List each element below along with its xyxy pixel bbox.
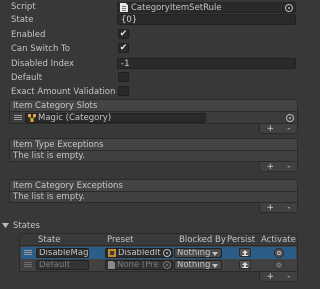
state-name-value: DisableMagi	[39, 248, 89, 258]
item-category-exceptions-body: The list is empty.	[9, 191, 298, 203]
default-label: Default	[11, 73, 43, 83]
persist-button[interactable]	[239, 248, 251, 257]
script-field[interactable]: CategoryItemSetRule	[117, 2, 296, 13]
table-row[interactable]: Default None (Pre Nothing	[21, 259, 296, 271]
preset-field: None (Pre	[105, 260, 173, 270]
item-type-exceptions-title: Item Type Exceptions	[13, 139, 104, 150]
list-footer: + -	[259, 272, 298, 282]
states-table-body: DisableMagi DisabledIt Nothing Default N…	[19, 245, 298, 272]
activate-icon	[277, 251, 281, 255]
category-slot-value: Magic (Category)	[38, 112, 112, 123]
preset-value: DisabledIt	[118, 248, 161, 258]
state-value: {0}	[121, 14, 138, 25]
script-value: CategoryItemSetRule	[131, 2, 222, 13]
category-icon	[28, 113, 36, 122]
preset-field[interactable]: DisabledIt	[105, 248, 173, 258]
checkmark-icon: ✔	[119, 42, 128, 53]
states-foldout[interactable]: States	[2, 221, 40, 231]
add-button[interactable]: +	[267, 272, 275, 282]
script-label: Script	[11, 2, 36, 12]
activate-icon	[277, 263, 281, 267]
item-category-exceptions-header: Item Category Exceptions	[9, 179, 298, 191]
add-button[interactable]: +	[267, 203, 275, 213]
enabled-checkbox[interactable]: ✔	[118, 29, 129, 39]
object-picker-icon[interactable]	[285, 4, 293, 12]
empty-list-text: The list is empty.	[13, 192, 85, 202]
drag-handle-icon[interactable]	[24, 262, 32, 267]
enabled-label: Enabled	[11, 30, 46, 40]
exact-amount-label: Exact Amount Validation	[11, 87, 116, 97]
blocked-by-dropdown[interactable]: Nothing	[174, 260, 222, 270]
item-category-slots-header: Item Category Slots	[9, 99, 298, 111]
can-switch-label: Can Switch To	[11, 44, 70, 54]
states-table-header: State Preset Blocked By Persist Activate	[19, 233, 298, 245]
drag-handle-icon[interactable]	[14, 115, 22, 120]
drag-handle-icon[interactable]	[24, 250, 32, 255]
remove-button[interactable]: -	[287, 203, 290, 213]
persist-button[interactable]	[239, 260, 251, 269]
table-row[interactable]: DisableMagi DisabledIt Nothing	[21, 247, 296, 259]
exact-amount-checkbox[interactable]	[118, 86, 129, 96]
state-label: State	[11, 15, 34, 25]
state-name-value: Default	[39, 260, 71, 270]
list-footer: + -	[259, 162, 298, 172]
add-button[interactable]: +	[267, 162, 275, 172]
list-footer: + -	[259, 203, 298, 213]
state-name-field: Default	[36, 260, 89, 270]
item-category-exceptions-title: Item Category Exceptions	[13, 180, 123, 191]
dropdown-arrow-icon	[212, 264, 218, 268]
column-header-persist: Persist	[227, 235, 256, 245]
remove-button[interactable]: -	[287, 124, 290, 134]
state-field[interactable]: {0}	[117, 14, 296, 25]
empty-list-text: The list is empty.	[13, 151, 85, 161]
column-header-state: State	[38, 235, 61, 245]
can-switch-checkbox[interactable]: ✔	[118, 43, 129, 53]
script-file-icon	[120, 3, 128, 12]
disabled-index-value: -1	[121, 58, 130, 69]
blocked-by-dropdown[interactable]: Nothing	[174, 248, 222, 258]
blocked-by-value: Nothing	[177, 260, 211, 270]
column-header-preset: Preset	[107, 235, 134, 245]
preset-asset-icon	[108, 249, 116, 257]
remove-button[interactable]: -	[287, 272, 290, 282]
dropdown-arrow-icon	[212, 252, 218, 256]
blocked-by-value: Nothing	[177, 248, 211, 258]
state-name-field[interactable]: DisableMagi	[36, 248, 89, 258]
preset-value: None (Pre	[117, 260, 159, 270]
persist-icon	[242, 249, 248, 256]
object-picker-icon	[163, 261, 171, 269]
persist-icon	[242, 261, 248, 268]
remove-button[interactable]: -	[287, 162, 290, 172]
list-footer: + -	[259, 124, 298, 134]
item-category-slots-title: Item Category Slots	[13, 100, 98, 111]
checkmark-icon: ✔	[119, 28, 128, 39]
disabled-index-label: Disabled Index	[11, 59, 75, 69]
activate-button	[274, 260, 284, 270]
list-item[interactable]: Magic (Category)	[9, 111, 298, 124]
item-type-exceptions-header: Item Type Exceptions	[9, 138, 298, 150]
column-header-activate: Activate	[261, 235, 296, 245]
disabled-index-field[interactable]: -1	[117, 58, 296, 69]
object-picker-icon[interactable]	[163, 249, 171, 257]
object-picker-icon[interactable]	[286, 114, 294, 122]
default-checkbox[interactable]	[118, 72, 129, 82]
foldout-arrow-icon[interactable]	[2, 223, 9, 229]
script-row: Script CategoryItemSetRule	[0, 1, 300, 13]
add-button[interactable]: +	[267, 124, 275, 134]
states-title: States	[13, 221, 40, 231]
item-type-exceptions-body: The list is empty.	[9, 150, 298, 162]
column-header-blocked-by: Blocked By	[179, 235, 226, 245]
file-icon	[108, 261, 115, 269]
activate-button[interactable]	[274, 248, 284, 258]
category-slot-field[interactable]: Magic (Category)	[25, 112, 206, 123]
